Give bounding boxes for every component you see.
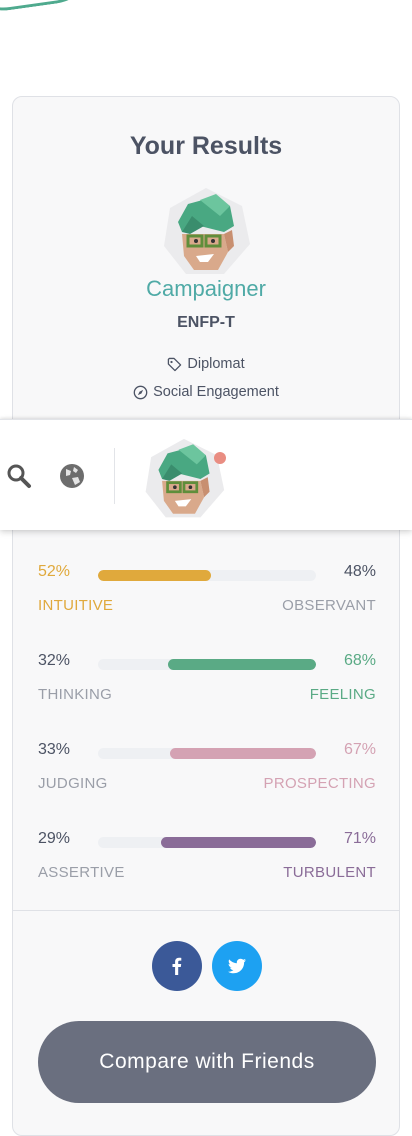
decorative-arc bbox=[0, 0, 103, 17]
trait-right-label: FEELING bbox=[309, 686, 376, 703]
trait-left-percent: 32% bbox=[38, 652, 71, 669]
trait-right-percent: 71% bbox=[343, 830, 376, 847]
compare-with-friends-button[interactable]: Compare with Friends bbox=[38, 1021, 376, 1103]
trait-left-percent: 33% bbox=[38, 741, 71, 758]
trait-bar-fill bbox=[98, 570, 212, 581]
trait-right-percent: 67% bbox=[343, 741, 376, 758]
trait-right-label: PROSPECTING bbox=[263, 775, 376, 792]
trait-bar bbox=[98, 837, 316, 848]
results-title: Your Results bbox=[129, 132, 283, 160]
trait-left-percent: 52% bbox=[38, 563, 71, 580]
compass-icon bbox=[133, 385, 148, 399]
facebook-share-button[interactable] bbox=[152, 941, 202, 991]
tag-icon bbox=[168, 357, 182, 371]
trait-bar bbox=[98, 659, 316, 670]
trait-bar bbox=[98, 748, 316, 759]
trait-right-label: TURBULENT bbox=[283, 864, 376, 881]
role-line: Diplomat bbox=[0, 356, 412, 372]
trait-row-tactics: 33% 67% JUDGING PROSPECTING bbox=[38, 741, 376, 801]
trait-bar bbox=[98, 570, 316, 581]
toolbar-divider bbox=[114, 448, 115, 504]
trait-right-percent: 48% bbox=[343, 563, 376, 580]
twitter-share-button[interactable] bbox=[212, 941, 262, 991]
trait-left-label: ASSERTIVE bbox=[38, 864, 125, 881]
personality-type-name: Campaigner bbox=[146, 276, 266, 301]
trait-left-label: INTUITIVE bbox=[38, 597, 114, 614]
search-icon[interactable] bbox=[6, 463, 32, 489]
trait-left-label: JUDGING bbox=[38, 775, 108, 792]
twitter-icon bbox=[227, 958, 246, 974]
trait-bar-fill bbox=[169, 748, 316, 759]
globe-icon[interactable] bbox=[58, 462, 86, 490]
strategy-label: Social Engagement bbox=[153, 384, 279, 400]
trait-row-identity: 29% 71% ASSERTIVE TURBULENT bbox=[38, 830, 376, 890]
strategy-line: Social Engagement bbox=[0, 384, 412, 400]
trait-bar-fill bbox=[167, 659, 316, 670]
personality-avatar bbox=[160, 186, 252, 278]
trait-row-mind: 52% 48% INTUITIVE OBSERVANT bbox=[38, 563, 376, 623]
profile-avatar-button[interactable] bbox=[142, 437, 226, 521]
trait-right-percent: 68% bbox=[343, 652, 376, 669]
personality-type-code: ENFP-T bbox=[177, 314, 235, 331]
trait-row-nature: 32% 68% THINKING FEELING bbox=[38, 652, 376, 712]
trait-bar-fill bbox=[161, 837, 316, 848]
notification-dot bbox=[214, 452, 226, 464]
trait-left-label: THINKING bbox=[38, 686, 113, 703]
trait-right-label: OBSERVANT bbox=[282, 597, 376, 614]
card-divider bbox=[13, 910, 399, 911]
role-label: Diplomat bbox=[187, 356, 245, 372]
facebook-icon bbox=[172, 957, 182, 975]
trait-left-percent: 29% bbox=[38, 830, 71, 847]
